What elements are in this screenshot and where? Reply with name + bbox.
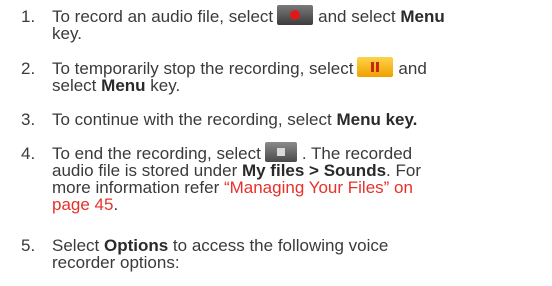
step-4-line-1: To end the recording, select. The record… [52,142,413,163]
stop-icon [264,142,297,162]
menu-key-label: Menu [336,110,381,129]
step-4-line-3: more information refer “Managing Your Fi… [52,178,413,197]
managing-files-link[interactable]: “Managing Your Files” on [224,178,413,197]
pause-icon [357,57,394,77]
step-number: 1. [21,7,36,26]
step-5-line-2: recorder options: [52,253,180,272]
step-3-line-1: To continue with the recording, select M… [52,110,418,129]
step-number: 4. [21,144,36,163]
step-number: 2. [21,59,36,78]
step-1-line-2: key. [52,24,82,43]
menu-key-label: Menu [101,76,146,95]
step-number: 3. [21,110,36,129]
step-2-line-2: select Menu key. [52,76,181,95]
menu-key-label: Menu [400,7,445,26]
step-1-line-1: To record an audio file, select and selec… [52,5,445,26]
step-4-line-2: audio file is stored under My files > So… [52,161,421,180]
step-number: 5. [21,236,36,255]
step-5-line-1: Select Options to access the following v… [52,236,389,255]
step-4-line-4: page 45. [52,195,119,214]
step-2-line-1: To temporarily stop the recording, selec… [52,57,427,78]
record-icon [277,5,314,25]
managing-files-link-page[interactable]: page 45 [52,195,113,214]
